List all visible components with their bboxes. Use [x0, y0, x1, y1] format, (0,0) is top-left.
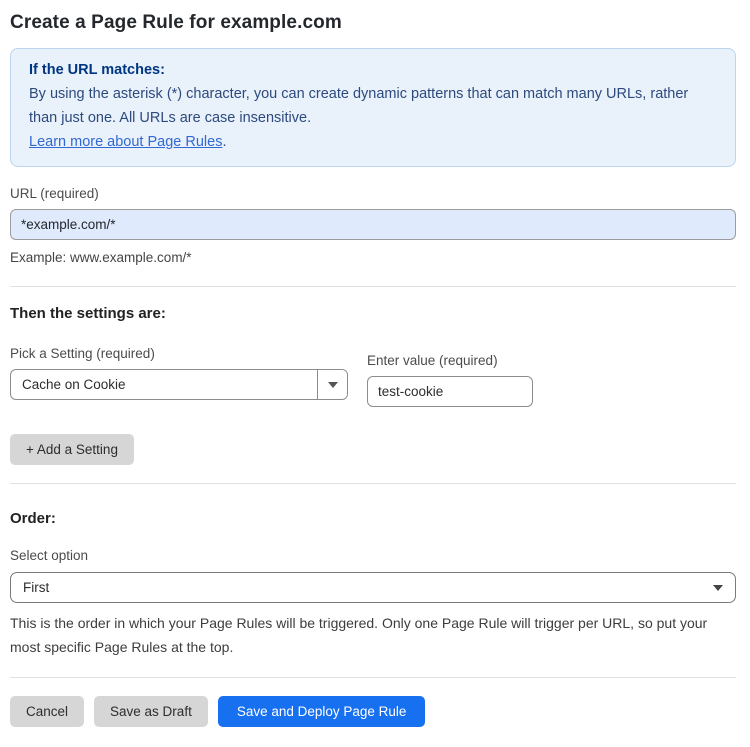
url-example-helper: Example: www.example.com/* — [10, 250, 192, 265]
info-box-link-line: Learn more about Page Rules. — [29, 130, 717, 154]
setting-dropdown-arrow-button[interactable] — [318, 370, 347, 399]
chevron-down-icon — [327, 381, 338, 388]
link-suffix-period: . — [222, 134, 227, 150]
order-select-value: First — [23, 580, 50, 595]
settings-row: Pick a Setting (required) Cache on Cooki… — [10, 346, 736, 407]
setting-value-label: Enter value (required) — [367, 353, 498, 368]
info-box-body: By using the asterisk (*) character, you… — [29, 86, 689, 126]
divider — [10, 483, 736, 484]
setting-dropdown-value[interactable]: Cache on Cookie — [11, 370, 318, 399]
save-as-draft-button[interactable]: Save as Draft — [94, 696, 208, 727]
order-select[interactable]: First — [10, 572, 736, 603]
add-setting-button[interactable]: + Add a Setting — [10, 434, 134, 465]
setting-value-column: Enter value (required) — [367, 346, 533, 407]
order-section-heading: Order: — [10, 510, 56, 527]
url-section: URL (required) Example: www.example.com/… — [10, 186, 736, 268]
setting-picker-label: Pick a Setting (required) — [10, 346, 155, 361]
footer-buttons: Cancel Save as Draft Save and Deploy Pag… — [10, 696, 736, 727]
order-helper-text: This is the order in which your Page Rul… — [10, 615, 708, 655]
url-field-label: URL (required) — [10, 186, 99, 201]
info-box-heading: If the URL matches: — [29, 62, 165, 78]
url-input[interactable] — [10, 209, 736, 240]
url-match-info-box: If the URL matches: By using the asteris… — [10, 48, 736, 167]
setting-value-input[interactable] — [367, 376, 533, 407]
setting-picker-column: Pick a Setting (required) Cache on Cooki… — [10, 346, 348, 407]
divider — [10, 286, 736, 287]
order-select-label: Select option — [10, 548, 89, 563]
page-rule-form: Create a Page Rule for example.com If th… — [0, 0, 750, 747]
save-and-deploy-button[interactable]: Save and Deploy Page Rule — [217, 696, 426, 727]
chevron-down-icon — [713, 584, 723, 591]
settings-section-heading: Then the settings are: — [10, 305, 166, 322]
cancel-button[interactable]: Cancel — [10, 696, 85, 727]
setting-dropdown[interactable]: Cache on Cookie — [10, 369, 348, 400]
learn-more-link[interactable]: Learn more about Page Rules — [29, 134, 222, 150]
divider — [10, 677, 736, 678]
page-title: Create a Page Rule for example.com — [10, 12, 342, 33]
